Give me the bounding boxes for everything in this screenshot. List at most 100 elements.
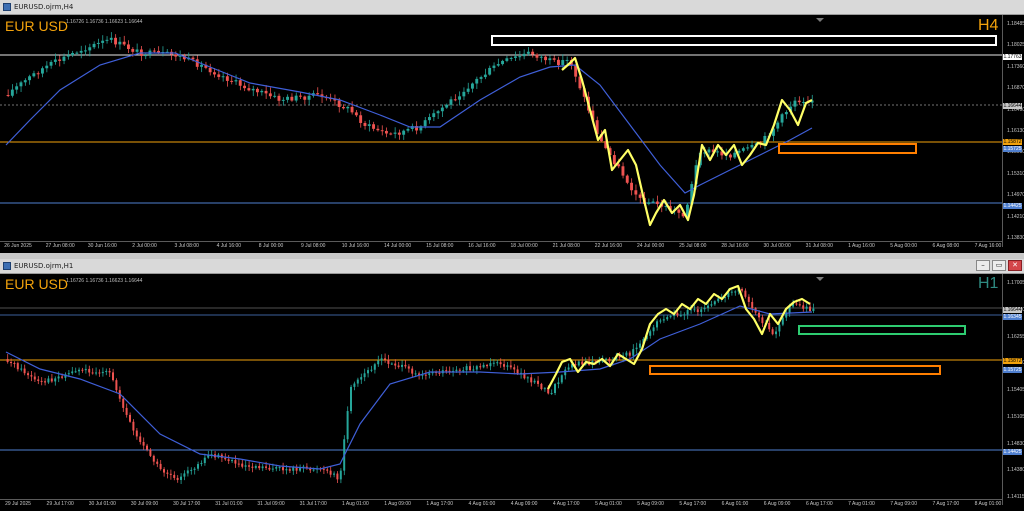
close-button[interactable]: ✕: [1008, 260, 1022, 271]
candle-body: [19, 82, 23, 87]
candle-body: [407, 366, 410, 369]
candle-body: [230, 80, 234, 82]
candle-body: [741, 148, 745, 151]
supply-zone-white: [491, 35, 997, 46]
candle-body: [482, 364, 485, 368]
candle-body: [36, 73, 40, 75]
candle-body: [268, 93, 272, 97]
price-tick: 1.14830: [1007, 440, 1024, 447]
candle-body: [479, 366, 482, 368]
candle-body: [703, 307, 706, 310]
candle-body: [496, 64, 500, 66]
candle-body: [79, 50, 83, 53]
candle-body: [292, 467, 295, 471]
candle-body: [802, 101, 805, 103]
candle-body: [44, 381, 46, 383]
candle-body: [651, 201, 655, 203]
candle-body: [271, 468, 274, 470]
candle-body: [20, 368, 23, 370]
symbol-label: EUR USD: [5, 18, 69, 34]
candle-body: [488, 67, 492, 75]
candle-body: [560, 375, 563, 383]
time-tick: 30 Jul 09:00: [130, 501, 159, 507]
minimize-button[interactable]: –: [976, 260, 990, 271]
price-tick: 1.14970: [1007, 192, 1024, 199]
candle-body: [157, 50, 160, 53]
candle-body: [23, 80, 27, 83]
time-tick: 1 Aug 09:00: [384, 501, 411, 507]
candle-body: [733, 152, 737, 158]
candle-body: [539, 56, 543, 58]
candle-body: [397, 132, 401, 135]
candle-body: [449, 99, 453, 105]
candle-body: [74, 371, 77, 373]
candle-body: [761, 317, 764, 324]
candle-body: [389, 133, 393, 135]
price-chart-h4[interactable]: [0, 15, 1002, 241]
candle-body: [492, 362, 495, 364]
candle-body: [406, 128, 410, 131]
candle-body: [258, 466, 261, 469]
candle-body: [676, 313, 679, 316]
price-tick: 1.16255: [1007, 333, 1024, 340]
candle-body: [655, 201, 659, 205]
candle-body: [501, 60, 504, 65]
candle-body: [30, 375, 33, 377]
candle-body: [268, 467, 271, 470]
candle-body: [176, 477, 179, 480]
candle-body: [66, 55, 70, 57]
candle-body: [781, 317, 784, 325]
time-tick: 1 Aug 16:00: [848, 243, 875, 249]
candle-body: [503, 364, 505, 367]
candle-body: [174, 54, 178, 57]
price-tag: 1.16345: [1003, 314, 1022, 320]
candle-body: [350, 106, 354, 113]
candle-body: [387, 359, 390, 364]
time-tick: 24 Jul 00:00: [636, 243, 665, 249]
candle-body: [548, 58, 552, 61]
candle-body: [554, 384, 556, 394]
candle-body: [58, 59, 62, 61]
candle-body: [492, 65, 496, 68]
candle-body: [180, 476, 182, 480]
candle-body: [499, 362, 502, 365]
candle-body: [6, 95, 10, 96]
candle-body: [144, 55, 148, 57]
candle-body: [142, 441, 145, 446]
candle-body: [122, 398, 125, 408]
candle-body: [462, 370, 465, 372]
window-titlebar-h4[interactable]: EURUSD.ojrm,H4: [0, 0, 1024, 15]
candle-body: [169, 473, 172, 475]
chart-window-h4[interactable]: EURUSD.ojrm,H4 EUR USD 1.16726 1.16736 1…: [0, 0, 1024, 253]
candle-body: [458, 369, 461, 371]
candle-body: [453, 99, 457, 101]
demand-zone-green: [798, 325, 966, 335]
candle-body: [522, 53, 526, 57]
candle-body: [13, 363, 16, 365]
candle-body: [612, 155, 616, 165]
candle-body: [248, 465, 250, 467]
time-tick: 5 Aug 00:00: [890, 243, 917, 249]
candle-body: [544, 56, 547, 61]
restore-button[interactable]: ▭: [992, 260, 1006, 271]
chart-window-h1[interactable]: EURUSD.ojrm,H1 – ▭ ✕ EUR USD 1.16726 1.1…: [0, 259, 1024, 511]
candle-body: [71, 53, 74, 56]
window-titlebar-h1[interactable]: EURUSD.ojrm,H1 – ▭ ✕: [0, 259, 1024, 274]
candle-body: [605, 358, 607, 360]
price-chart-h1[interactable]: [0, 274, 1002, 500]
candle-body: [659, 320, 662, 322]
candle-body: [227, 459, 230, 462]
candle-body: [238, 80, 242, 86]
candle-body: [471, 83, 474, 89]
candle-body: [363, 122, 367, 126]
candle-body: [509, 365, 512, 368]
candle-body: [700, 309, 703, 313]
candle-body: [707, 149, 711, 153]
demand-zone-orange: [778, 143, 917, 154]
candle-body: [540, 383, 543, 390]
candle-body: [404, 364, 407, 367]
time-tick: 15 Jul 08:00: [426, 243, 454, 249]
candle-body: [159, 463, 162, 470]
time-tick: 6 Aug 08:00: [932, 243, 960, 249]
candle-body: [552, 58, 556, 60]
